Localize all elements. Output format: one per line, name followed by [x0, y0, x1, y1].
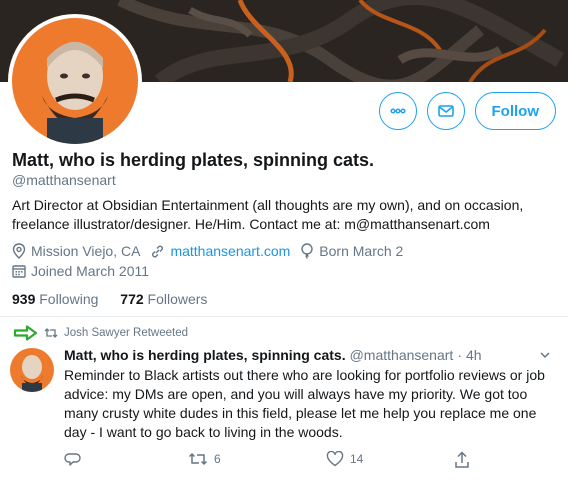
- joined-text: Joined March 2011: [31, 263, 150, 279]
- following-count-link[interactable]: 939 Following: [12, 291, 98, 307]
- location-icon: [12, 243, 26, 259]
- profile-joined-row: Joined March 2011: [12, 263, 159, 279]
- followers-count-link[interactable]: 772 Followers: [120, 291, 207, 307]
- tweet-author-name[interactable]: Matt, who is herding plates, spinning ca…: [64, 347, 346, 363]
- retweet-icon: [44, 328, 58, 338]
- birthday-icon: [301, 243, 313, 259]
- message-button[interactable]: [426, 92, 465, 130]
- retweet-icon: [188, 452, 208, 466]
- profile-meta-row: Mission Viejo, CA matthansenart.com Born…: [12, 243, 413, 259]
- section-divider: [0, 316, 568, 317]
- joined-item: Joined March 2011: [12, 263, 149, 279]
- profile-counts: 939 Following 772 Followers: [12, 291, 225, 307]
- born-text: Born March 2: [319, 243, 404, 259]
- website-link[interactable]: matthansenart.com: [170, 243, 290, 259]
- tweet-separator: ·: [457, 347, 462, 363]
- message-icon: [437, 105, 454, 117]
- tweet-author-handle[interactable]: @matthansenart: [350, 347, 454, 363]
- retweeted-by[interactable]: Josh Sawyer Retweeted: [64, 327, 188, 339]
- tweet-text: Reminder to Black artists out there who …: [64, 367, 545, 440]
- retweet-context: Josh Sawyer Retweeted: [14, 325, 188, 341]
- tweet-header: Matt, who is herding plates, spinning ca…: [64, 347, 482, 363]
- share-button[interactable]: [454, 451, 476, 469]
- following-count: 939: [12, 291, 36, 307]
- reply-button[interactable]: [64, 451, 88, 469]
- location-text: Mission Viejo, CA: [31, 243, 141, 259]
- follow-button[interactable]: Follow: [474, 92, 556, 130]
- retweet-button[interactable]: 6: [188, 451, 221, 467]
- profile-bio: Art Director at Obsidian Entertainment (…: [12, 197, 524, 232]
- reply-icon: [64, 453, 81, 466]
- chevron-down-icon[interactable]: [538, 348, 552, 362]
- like-count: 14: [350, 452, 364, 466]
- followers-count: 772: [120, 291, 144, 307]
- more-icon: [389, 108, 406, 114]
- retweet-count: 6: [214, 452, 221, 466]
- link-icon: [152, 245, 164, 257]
- tweet-time[interactable]: 4h: [466, 347, 482, 363]
- share-icon: [455, 451, 469, 468]
- tweet[interactable]: Josh Sawyer Retweeted Matt, who is herdi…: [0, 318, 568, 483]
- profile-display-name: Matt, who is herding plates, spinning ca…: [12, 150, 375, 170]
- green-arrow-icon: [14, 325, 38, 341]
- profile-handle: @matthansenart: [12, 172, 116, 188]
- tweet-actions: 6 14: [64, 451, 484, 469]
- more-button[interactable]: [378, 92, 417, 130]
- followers-label: Followers: [147, 291, 208, 307]
- website-item[interactable]: matthansenart.com: [150, 243, 290, 259]
- calendar-icon: [12, 265, 26, 278]
- profile-card: Follow Matt, who is herding plates, spin…: [0, 0, 568, 318]
- following-label: Following: [39, 291, 99, 307]
- like-button[interactable]: 14: [326, 451, 363, 467]
- tweet-author-avatar[interactable]: [10, 348, 54, 392]
- profile-avatar[interactable]: [8, 14, 142, 148]
- born-item: Born March 2: [300, 243, 403, 259]
- location-item: Mission Viejo, CA: [12, 243, 140, 259]
- like-icon: [326, 451, 344, 467]
- profile-actions: Follow: [378, 92, 556, 130]
